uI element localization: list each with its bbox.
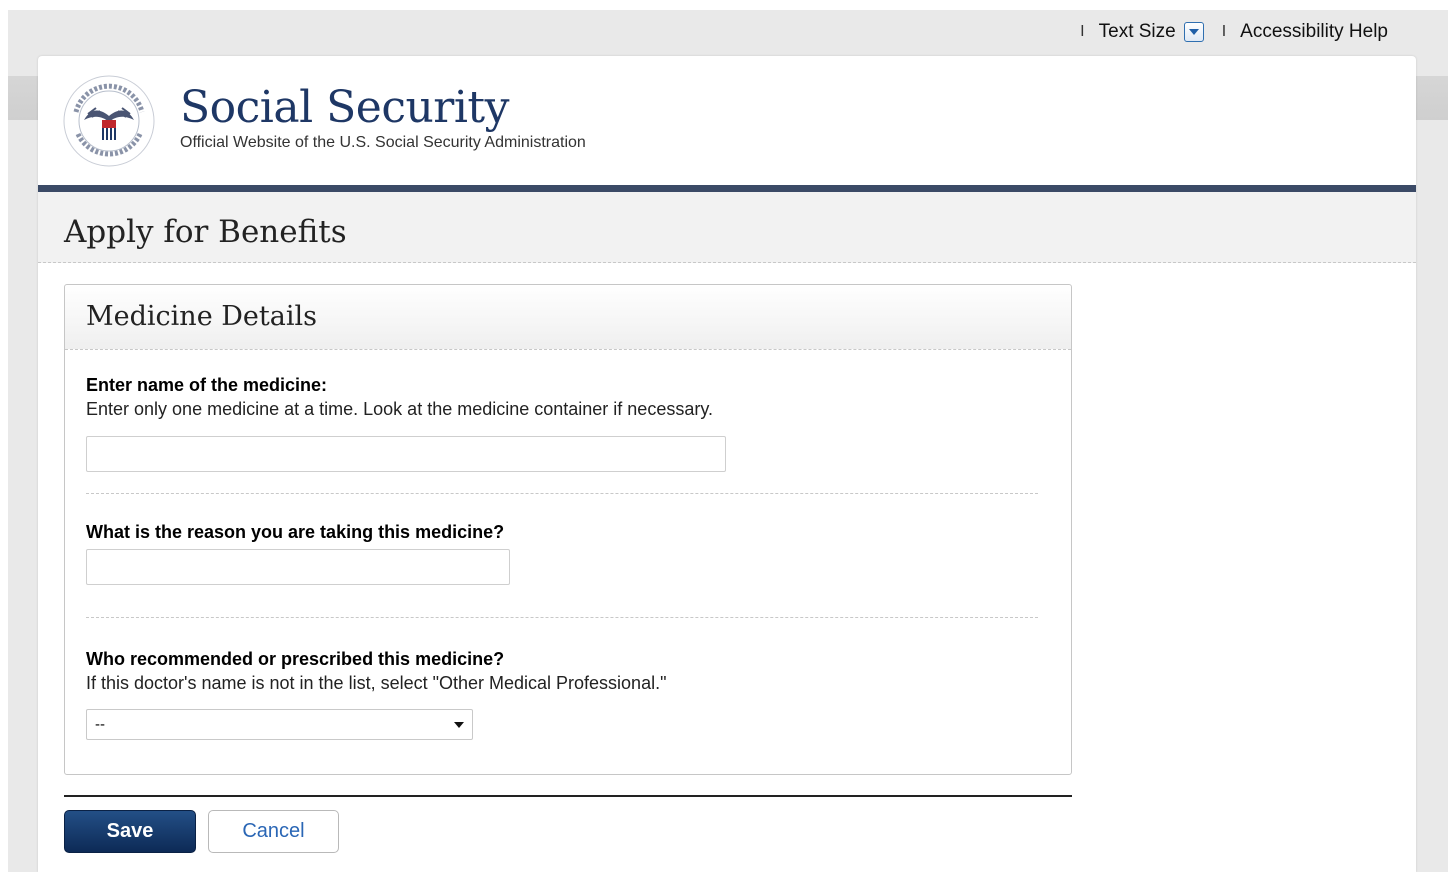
- panel-header: Medicine Details: [65, 285, 1071, 350]
- text-size-dropdown-button[interactable]: [1183, 22, 1204, 42]
- chevron-down-icon: [1188, 29, 1199, 35]
- site-header: Social Security Official Website of the …: [38, 56, 1416, 186]
- page-heading-bar: Apply for Benefits: [38, 192, 1416, 263]
- medicine-name-hint: Enter only one medicine at a time. Look …: [86, 399, 714, 419]
- brand-subtitle: Official Website of the U.S. Social Secu…: [180, 134, 586, 151]
- page-title: Apply for Benefits: [64, 214, 347, 250]
- reason-input[interactable]: [86, 549, 510, 585]
- header-band-left: [8, 76, 38, 120]
- medicine-name-input[interactable]: [86, 436, 726, 472]
- header-rule: [38, 185, 1416, 192]
- panel-title: Medicine Details: [86, 301, 317, 332]
- main-card: Social Security Official Website of the …: [38, 56, 1416, 872]
- utility-separator: I: [1221, 23, 1227, 40]
- prescriber-hint: If this doctor's name is not in the list…: [86, 673, 667, 693]
- reason-label: What is the reason you are taking this m…: [86, 522, 505, 542]
- brand-title[interactable]: Social Security: [180, 82, 509, 133]
- ssa-seal-logo[interactable]: [62, 74, 156, 168]
- prescriber-label: Who recommended or prescribed this medic…: [86, 649, 505, 669]
- header-band-right: [1416, 76, 1448, 120]
- medicine-details-panel: Medicine Details Enter name of the medic…: [64, 284, 1072, 775]
- chevron-down-icon: [454, 722, 464, 728]
- accessibility-help-link[interactable]: Accessibility Help: [1240, 21, 1388, 43]
- utility-separator: I: [1080, 23, 1085, 40]
- prescriber-select-value: --: [95, 716, 105, 733]
- cancel-button[interactable]: Cancel: [208, 810, 339, 853]
- text-size-link[interactable]: Text Size: [1099, 21, 1176, 43]
- medicine-name-label: Enter name of the medicine:: [86, 375, 328, 395]
- utility-bar: I Text Size I Accessibility Help: [1080, 21, 1388, 43]
- form-actions-rule: [64, 795, 1072, 797]
- save-button[interactable]: Save: [64, 810, 196, 853]
- section-divider: [86, 493, 1038, 494]
- prescriber-select[interactable]: --: [86, 709, 473, 740]
- section-divider: [86, 617, 1038, 618]
